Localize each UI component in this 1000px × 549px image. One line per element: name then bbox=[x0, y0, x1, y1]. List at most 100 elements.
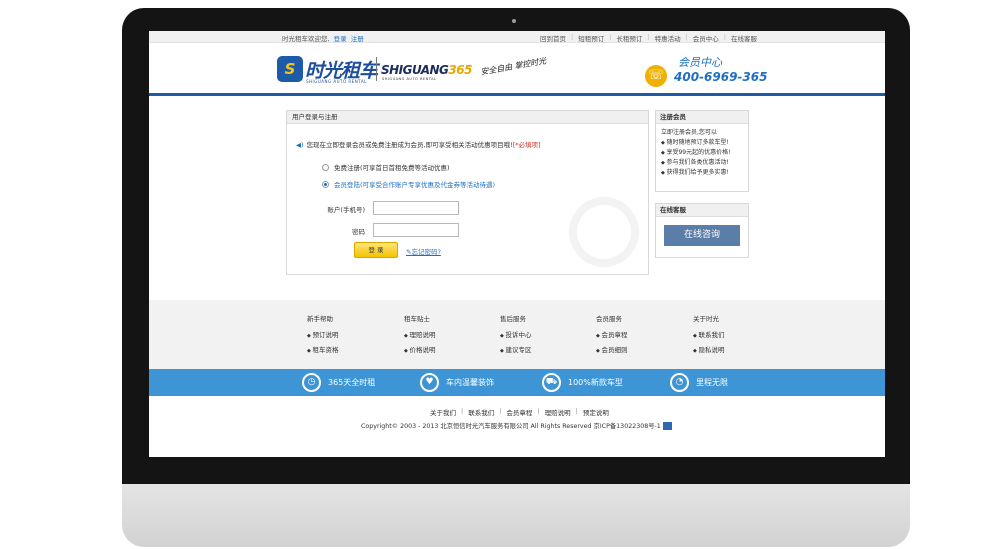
footer-links: 新手帮助 预订说明 租车资格 租车贴士 理赔说明 价格说明 售后服务 投诉中心 … bbox=[149, 300, 885, 369]
bottom-link-charter[interactable]: 会员章程 bbox=[506, 407, 532, 417]
footer-link[interactable]: 隐私说明 bbox=[693, 343, 724, 358]
footer-link[interactable]: 联系我们 bbox=[693, 328, 724, 343]
speaker-icon: ◀) bbox=[296, 141, 304, 149]
logo-subtitle: SHIGUANG AUTO RENTAL bbox=[306, 79, 367, 84]
logo-365-text: SHIGUANG bbox=[381, 63, 449, 77]
camera-icon bbox=[512, 19, 516, 23]
bottom-link-booking[interactable]: 预定说明 bbox=[583, 407, 609, 417]
nav-online-service[interactable]: 在线客服 bbox=[731, 33, 757, 43]
main-content: 用户登录与注册 ◀) 您现在立即登录会员或免费注册成为会员,即可享受相关活动优惠项… bbox=[149, 96, 885, 300]
footer-column-member: 会员服务 会员章程 会员细则 bbox=[596, 313, 627, 358]
bottom-link-about[interactable]: 关于我们 bbox=[430, 407, 456, 417]
register-member-intro: 立即注册会员,您可以 bbox=[661, 129, 717, 136]
divider: | bbox=[685, 33, 688, 41]
feature-label: 里程无限 bbox=[696, 378, 728, 387]
divider: | bbox=[575, 407, 578, 415]
nav-long-rent[interactable]: 长租预订 bbox=[616, 33, 642, 43]
forgot-password-label: 忘记密码? bbox=[411, 248, 441, 256]
logo-365: SHIGUANG365 bbox=[381, 63, 472, 77]
login-panel: 用户登录与注册 ◀) 您现在立即登录会员或免费注册成为会员,即可享受相关活动优惠项… bbox=[286, 110, 649, 275]
register-radio[interactable] bbox=[322, 163, 329, 171]
nav-home[interactable]: 回到首页 bbox=[540, 33, 566, 43]
account-label: 账户(手机号) bbox=[327, 206, 365, 214]
welcome-text: 时光租车欢迎您, 登录 注册 bbox=[282, 33, 364, 43]
bottom-link-claims[interactable]: 理赔说明 bbox=[545, 407, 571, 417]
e-watermark-icon bbox=[569, 197, 639, 267]
online-service-title: 在线客服 bbox=[656, 204, 748, 217]
clock-icon: ◷ bbox=[302, 373, 321, 392]
divider: | bbox=[499, 407, 502, 415]
copyright: Copyright© 2003 - 2013 北京恒信时光汽车服务有限公司 Al… bbox=[361, 421, 672, 430]
feature-label: 365天全时租 bbox=[328, 378, 376, 387]
logo-365-number: 365 bbox=[448, 63, 472, 77]
phone-number: 400-6969-365 bbox=[674, 70, 768, 84]
footer-link[interactable]: 价格说明 bbox=[404, 343, 435, 358]
member-login-option[interactable]: 会员登陆 (可享受合作账户专享优惠及代金券等活动待遇) bbox=[322, 179, 495, 189]
login-button[interactable]: 登 录 bbox=[354, 242, 398, 258]
login-panel-title: 用户登录与注册 bbox=[287, 111, 648, 124]
feature-label: 100%新款车型 bbox=[568, 378, 623, 387]
feature-label: 车内温馨装饰 bbox=[446, 378, 494, 387]
online-service-panel: 在线客服 在线咨询 bbox=[655, 203, 749, 258]
footer-column-title: 租车贴士 bbox=[404, 315, 430, 323]
copyright-text: Copyright© 2003 - 2013 北京恒信时光汽车服务有限公司 Al… bbox=[361, 423, 661, 430]
feature-bar: ◷ 365天全时租 ♥ 车内温馨装饰 ⛟ 100%新款车型 ◔ 里程无限 bbox=[149, 369, 885, 396]
top-bar: 时光租车欢迎您, 登录 注册 回到首页 | 短租预订 | 长租预订 | 特惠活动 | 会… bbox=[149, 31, 885, 43]
required-note: [*必填项] bbox=[512, 141, 541, 149]
footer-column-title: 新手帮助 bbox=[307, 315, 333, 323]
footer-link[interactable]: 投诉中心 bbox=[500, 328, 531, 343]
member-login-radio[interactable] bbox=[322, 180, 329, 188]
account-input[interactable] bbox=[373, 201, 459, 215]
password-input[interactable] bbox=[373, 223, 459, 237]
register-member-title: 注册会员 bbox=[656, 111, 748, 124]
register-option-note: (可享首日首租免费等活动优惠) bbox=[360, 164, 450, 172]
footer-link[interactable]: 预订说明 bbox=[307, 328, 338, 343]
feature-item: ◷ 365天全时租 bbox=[302, 373, 375, 392]
logo-365-subtitle: SHIGUANG AUTO RENTAL bbox=[382, 77, 437, 81]
nav-short-rent[interactable]: 短租预订 bbox=[578, 33, 604, 43]
top-nav: 回到首页 | 短租预订 | 长租预订 | 特惠活动 | 会员中心 | 在线客服 bbox=[540, 33, 757, 43]
footer-link[interactable]: 租车资格 bbox=[307, 343, 338, 358]
divider: | bbox=[609, 33, 612, 41]
bottom-links: 关于我们 | 联系我们 | 会员章程 | 理赔说明 | 预定说明 bbox=[430, 407, 609, 417]
feature-item: ◔ 里程无限 bbox=[670, 373, 728, 392]
list-item: 享受99元起的优惠价格! bbox=[661, 148, 743, 158]
register-option[interactable]: 免费注册 (可享首日首租免费等活动优惠) bbox=[322, 162, 450, 172]
footer-column-tips: 租车贴士 理赔说明 价格说明 bbox=[404, 313, 435, 358]
icp-badge-icon[interactable] bbox=[662, 422, 672, 430]
bottom-footer: 关于我们 | 联系我们 | 会员章程 | 理赔说明 | 预定说明 Copyright© … bbox=[149, 396, 885, 457]
footer-column-title: 关于时光 bbox=[693, 315, 719, 323]
login-notice: ◀) 您现在立即登录会员或免费注册成为会员,即可享受相关活动优惠项目哦![*必填项… bbox=[296, 139, 541, 149]
divider: | bbox=[461, 407, 464, 415]
footer-link[interactable]: 会员章程 bbox=[596, 328, 627, 343]
slogan: 安全自由 掌控时光 bbox=[479, 56, 547, 77]
footer-link[interactable]: 理赔说明 bbox=[404, 328, 435, 343]
divider: | bbox=[537, 407, 540, 415]
logo-icon: S bbox=[277, 56, 303, 82]
password-label: 密码 bbox=[352, 228, 365, 236]
footer-column-aftersales: 售后服务 投诉中心 建议专区 bbox=[500, 313, 531, 358]
login-link[interactable]: 登录 bbox=[334, 35, 347, 43]
nav-member-center[interactable]: 会员中心 bbox=[693, 33, 719, 43]
footer-link[interactable]: 会员细则 bbox=[596, 343, 627, 358]
nav-promotions[interactable]: 特惠活动 bbox=[655, 33, 681, 43]
logo-divider bbox=[376, 57, 377, 81]
list-item: 获得我们给予更多实惠! bbox=[661, 168, 743, 178]
speedometer-icon: ◔ bbox=[670, 373, 689, 392]
car-icon: ⛟ bbox=[542, 373, 561, 392]
header: S 时光租车 SHIGUANG AUTO RENTAL SHIGUANG365 … bbox=[149, 43, 885, 93]
divider: | bbox=[723, 33, 726, 41]
divider: | bbox=[647, 33, 650, 41]
feature-item: ♥ 车内温馨装饰 bbox=[420, 373, 494, 392]
screen: 时光租车欢迎您, 登录 注册 回到首页 | 短租预订 | 长租预订 | 特惠活动 | 会… bbox=[149, 31, 885, 457]
online-consult-button[interactable]: 在线咨询 bbox=[664, 225, 740, 246]
forgot-password-link[interactable]: ✎忘记密码? bbox=[406, 246, 441, 256]
register-link[interactable]: 注册 bbox=[351, 35, 364, 43]
welcome-label: 时光租车欢迎您, bbox=[282, 35, 330, 43]
list-item: 随时随地预订多款车型! bbox=[661, 138, 743, 148]
member-login-option-note: (可享受合作账户专享优惠及代金券等活动待遇) bbox=[360, 181, 496, 189]
register-member-panel: 注册会员 立即注册会员,您可以 随时随地预订多款车型! 享受99元起的优惠价格!… bbox=[655, 110, 749, 192]
list-item: 参与我们各类优惠活动! bbox=[661, 158, 743, 168]
footer-link[interactable]: 建议专区 bbox=[500, 343, 531, 358]
bottom-link-contact[interactable]: 联系我们 bbox=[468, 407, 494, 417]
